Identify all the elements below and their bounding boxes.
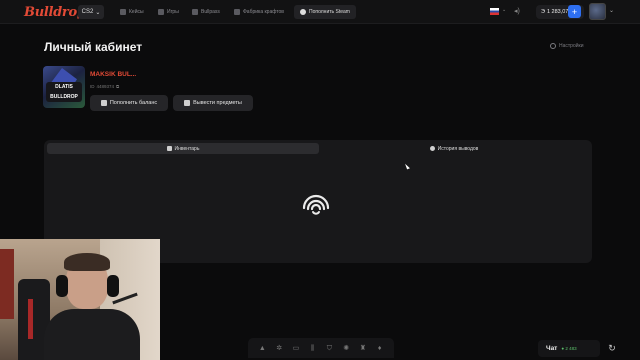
topup-steam-button[interactable]: Пополнить Steam — [294, 5, 356, 19]
tab-history-label: История выводов — [437, 145, 479, 152]
chat-label: Чат — [546, 345, 558, 352]
user-id-value: 4489374 — [96, 84, 115, 89]
dock-gear-icon[interactable]: ✲ — [276, 345, 283, 352]
page-title: Личный кабинет — [44, 40, 143, 54]
dock-bars-icon[interactable]: ⫼ — [309, 345, 316, 352]
deposit-button-label: Пополнить баланс — [109, 100, 158, 106]
pass-icon — [192, 9, 198, 15]
gear-icon — [550, 43, 556, 49]
nav-craft[interactable]: Фабрика крафтов — [234, 7, 284, 17]
box-icon — [166, 146, 172, 151]
dock-triangle-icon[interactable]: ▲ — [259, 345, 266, 352]
nav-cases-label: Кейсы — [129, 9, 144, 15]
avatar-badge-text: DLATIS BULLDROP — [46, 82, 82, 102]
top-navigation-bar: Bulldrop CS2 ⌄ Кейсы Игры Bullpass Фабри… — [0, 0, 640, 24]
refresh-icon[interactable]: ↻ — [606, 342, 618, 354]
balance-value: 1 283,07 — [546, 9, 569, 15]
headset-left — [56, 275, 68, 297]
webcam-person-body — [44, 309, 140, 360]
games-icon — [158, 9, 164, 15]
tab-inventory[interactable]: Инвентарь — [47, 143, 319, 154]
chevron-down-icon[interactable]: ⌄ — [609, 7, 614, 14]
dock-cog-icon[interactable]: ✺ — [343, 345, 350, 352]
withdraw-button[interactable]: Вывести предметы — [173, 95, 253, 111]
tab-withdraw-history[interactable]: История выводов — [320, 143, 588, 154]
id-label: ID — [90, 84, 95, 89]
dock-ticket-icon[interactable]: ▭ — [292, 345, 300, 352]
webcam-overlay — [0, 239, 160, 360]
site-logo[interactable]: Bulldrop — [24, 5, 86, 20]
profile-user-id: ID 4489374 ⧉ — [90, 84, 119, 89]
game-selector-label: CS2 — [81, 9, 94, 15]
add-balance-button[interactable]: + — [568, 5, 581, 18]
dock-shield-icon[interactable]: ⛉ — [326, 345, 333, 352]
chat-online-count: ● 2 483 — [561, 346, 577, 351]
dock-drop-icon[interactable]: ♦ — [376, 345, 383, 352]
nav-cases[interactable]: Кейсы — [120, 7, 144, 17]
profile-username: MAKSIK BUL... — [90, 71, 137, 78]
nav-craft-label: Фабрика крафтов — [243, 9, 284, 15]
chat-online-value: 2 483 — [565, 346, 577, 351]
steam-icon — [300, 9, 307, 15]
wallet-icon — [100, 100, 107, 106]
sound-icon[interactable]: ◂) — [514, 7, 520, 15]
chevron-down-icon[interactable]: ⌄ — [502, 7, 506, 13]
withdraw-icon — [184, 100, 191, 106]
case-icon — [120, 9, 126, 15]
nav-games[interactable]: Игры — [158, 7, 179, 17]
coin-icon: Э — [541, 9, 545, 15]
nav-games-label: Игры — [167, 9, 179, 15]
profile-avatar: DLATIS BULLDROP — [43, 66, 85, 108]
settings-label: Настройки — [559, 43, 584, 49]
chevron-down-icon: ⌄ — [95, 9, 101, 16]
loading-spinner-icon — [302, 194, 330, 215]
game-selector[interactable]: CS2 ⌄ — [78, 5, 104, 19]
nav-bullpass-label: Bullpass — [201, 9, 220, 15]
user-avatar[interactable] — [589, 3, 606, 20]
tab-inventory-label: Инвентарь — [174, 145, 200, 152]
topup-steam-label: Пополнить Steam — [309, 9, 350, 15]
language-flag-icon[interactable] — [490, 8, 499, 15]
settings-link[interactable]: Настройки — [550, 43, 584, 49]
webcam-background-red — [0, 249, 14, 319]
withdraw-button-label: Вывести предметы — [193, 100, 242, 106]
chat-button[interactable]: Чат ● 2 483 — [538, 340, 600, 357]
webcam-chair-stripe — [28, 299, 33, 339]
headset-right — [107, 275, 119, 297]
dock-castle-icon[interactable]: ♜ — [359, 345, 366, 352]
history-icon — [429, 146, 435, 151]
craft-icon — [234, 9, 240, 15]
webcam-person-hair — [64, 253, 110, 271]
nav-bullpass[interactable]: Bullpass — [192, 7, 220, 17]
bottom-dock: ▲ ✲ ▭ ⫼ ⛉ ✺ ♜ ♦ — [248, 338, 394, 358]
deposit-button[interactable]: Пополнить баланс — [90, 95, 168, 111]
copy-icon[interactable]: ⧉ — [116, 84, 119, 89]
